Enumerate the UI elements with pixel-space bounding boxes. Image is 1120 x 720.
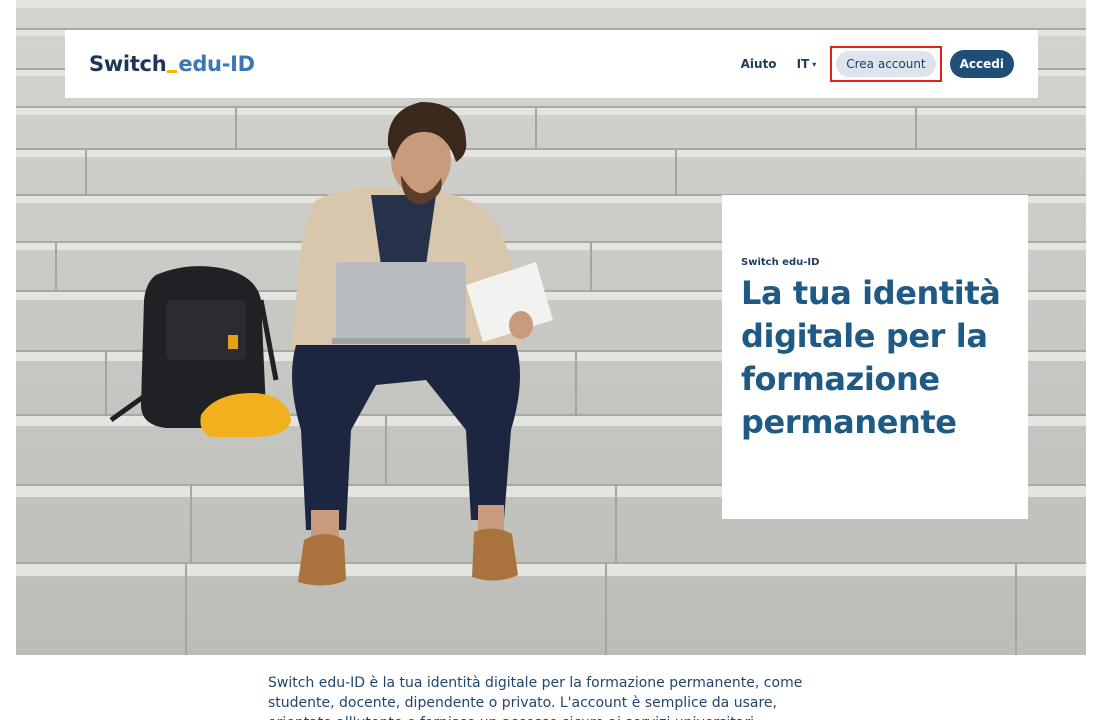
logo-underscore-mark bbox=[167, 70, 178, 73]
chevron-down-icon: ▾ bbox=[812, 59, 817, 69]
switch-edu-id-logo[interactable]: Switch edu-ID bbox=[89, 52, 255, 76]
intro-paragraph: Switch edu-ID è la tua identità digitale… bbox=[268, 675, 803, 720]
language-label: IT bbox=[796, 57, 810, 71]
nav-actions: Aiuto IT ▾ Crea account Accedi bbox=[735, 46, 1014, 82]
page: Switch edu-ID Aiuto IT ▾ Crea account Ac… bbox=[0, 0, 1120, 720]
hero-title: La tua identità digitale per la formazio… bbox=[741, 274, 1001, 441]
logo-text-switch: Switch bbox=[89, 52, 167, 76]
hero-eyebrow: Switch edu-ID bbox=[741, 257, 820, 268]
highlight-box: Crea account bbox=[830, 46, 942, 82]
language-selector[interactable]: IT ▾ bbox=[791, 53, 823, 75]
top-navbar: Switch edu-ID Aiuto IT ▾ Crea account Ac… bbox=[65, 30, 1038, 98]
logo-text-edu-id: edu-ID bbox=[178, 52, 255, 76]
login-button[interactable]: Accedi bbox=[949, 50, 1014, 78]
hero-card: Switch edu-ID La tua identità digitale p… bbox=[722, 195, 1028, 519]
create-account-button[interactable]: Crea account bbox=[836, 51, 936, 77]
help-link[interactable]: Aiuto bbox=[735, 53, 783, 75]
